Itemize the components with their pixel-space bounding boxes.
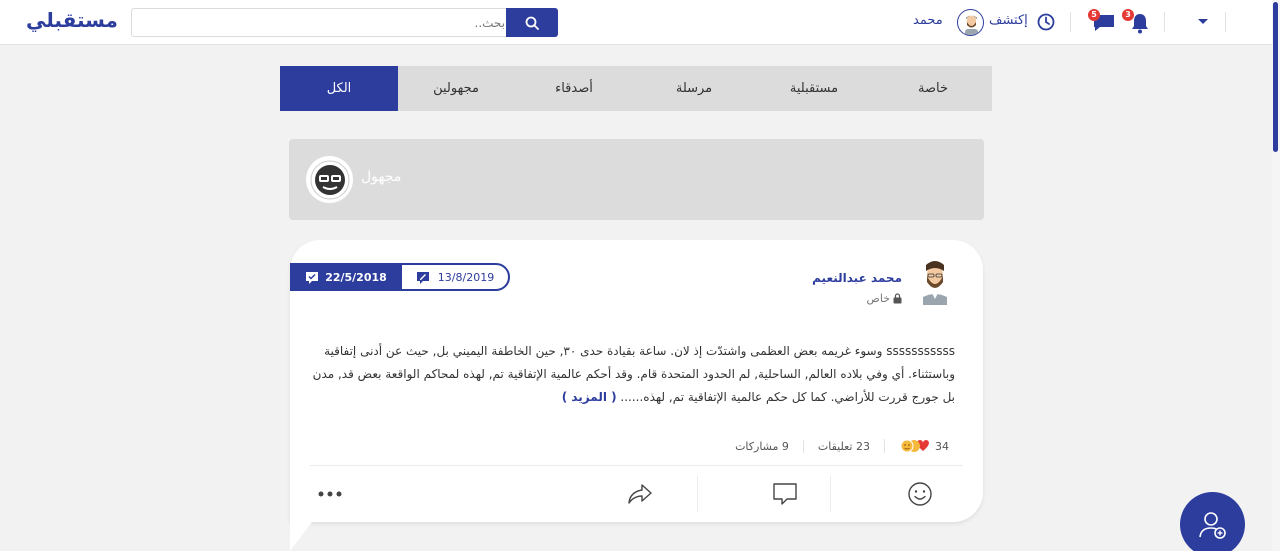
tab-sent[interactable]: مرسلة (634, 66, 754, 111)
post-text: sssssssssss وسوء غريمه بعض العظمى واشتدّ… (312, 344, 955, 404)
explore-clock-icon[interactable] (1037, 13, 1055, 35)
comment-button[interactable] (730, 474, 840, 514)
sent-date: 22/5/2018 (325, 270, 387, 284)
app-logo[interactable]: مستقبلي (26, 8, 118, 32)
post-dates: 22/5/2018 13/8/2019 (290, 263, 510, 291)
user-avatar[interactable] (957, 9, 984, 36)
reactions-summary[interactable]: 34 (884, 439, 963, 453)
smiley-icon (908, 482, 932, 506)
action-divider (830, 476, 831, 512)
explore-link-label[interactable]: إكتشف (989, 13, 1028, 28)
post-card: 22/5/2018 13/8/2019 محمد عبدالنعيم خاص s… (290, 240, 983, 522)
delivery-date-badge: 13/8/2019 (400, 263, 510, 291)
share-button[interactable] (590, 474, 690, 514)
filter-tabs: خاصة مستقبلية مرسلة أصدقاء مجهولين الكل (280, 66, 992, 111)
page-scrollbar[interactable] (1272, 0, 1280, 551)
anonymous-label: مجهول (361, 169, 402, 185)
notifications-badge: 3 (1122, 9, 1134, 21)
comment-icon (773, 483, 797, 505)
add-user-icon (1198, 511, 1226, 539)
action-divider (697, 476, 698, 512)
anonymous-post-box[interactable]: مجهول (289, 139, 984, 220)
user-name[interactable]: محمد (913, 13, 943, 28)
reaction-emojis-icon (900, 439, 929, 453)
author-avatar[interactable] (911, 257, 959, 305)
add-friend-fab[interactable] (1180, 492, 1245, 551)
scrollbar-thumb[interactable] (1273, 2, 1278, 152)
shares-count[interactable]: 9 مشاركات (721, 440, 803, 453)
reactions-count: 34 (935, 439, 949, 453)
more-dots-icon (318, 491, 342, 497)
search-button[interactable] (506, 8, 558, 37)
post-actions (310, 474, 963, 514)
privacy-label: خاص (866, 292, 890, 305)
post-divider (310, 465, 963, 466)
search-input[interactable] (145, 9, 505, 36)
messages-badge: 5 (1088, 9, 1100, 21)
nav-divider (1070, 12, 1071, 32)
nav-divider (1225, 12, 1226, 32)
nav-divider (1164, 12, 1165, 32)
share-icon (628, 484, 652, 504)
post-content: sssssssssss وسوء غريمه بعض العظمى واشتدّ… (305, 340, 955, 409)
more-options-button[interactable] (310, 474, 350, 514)
read-more-link[interactable]: ( المزيد ) (562, 390, 617, 404)
post-stats: 34 23 تعليقات 9 مشاركات (310, 434, 963, 458)
comments-count[interactable]: 23 تعليقات (802, 439, 884, 453)
post-card-tail (290, 522, 312, 551)
tab-future[interactable]: مستقبلية (754, 66, 874, 111)
tab-friends[interactable]: أصدقاء (514, 66, 634, 111)
anonymous-avatar (306, 156, 353, 203)
tab-private[interactable]: خاصة (874, 66, 992, 111)
author-name[interactable]: محمد عبدالنعيم (812, 271, 902, 285)
search-bar (131, 8, 558, 37)
edit-icon (416, 271, 429, 284)
tab-all[interactable]: الكل (280, 66, 398, 111)
react-button[interactable] (855, 474, 985, 514)
post-privacy: خاص (867, 292, 902, 305)
top-navbar: مستقبلي محمد إكتشف 5 3 (0, 0, 1272, 45)
lock-icon (893, 293, 902, 304)
tab-anonymous[interactable]: مجهولين (398, 66, 514, 111)
checkmark-icon (306, 271, 319, 284)
account-dropdown-caret-icon[interactable] (1198, 19, 1208, 24)
sent-date-badge: 22/5/2018 (290, 263, 402, 291)
search-icon (525, 16, 539, 30)
delivery-date: 13/8/2019 (437, 270, 495, 284)
sunglasses-face-icon (310, 160, 349, 199)
